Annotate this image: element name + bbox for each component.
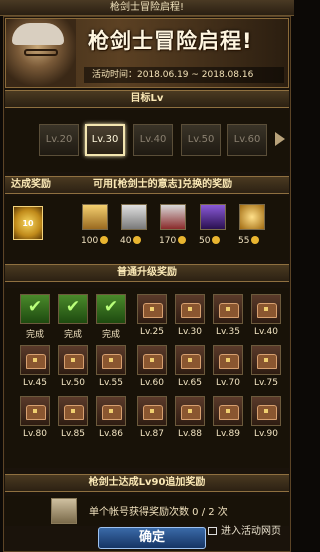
reach-reward-header: 达成奖励 可用[枪剑士的意志]兑换的奖励 [5, 176, 289, 194]
reward-cell-label: Lv.60 [140, 378, 164, 388]
reward-count: 50 [199, 236, 211, 246]
gold-coin-icon [212, 236, 221, 244]
chest-icon[interactable] [213, 396, 243, 426]
banner-title: 枪剑士冒险启程! [88, 29, 253, 53]
chest-icon[interactable] [213, 294, 243, 324]
chest-icon[interactable] [137, 294, 167, 324]
reward-count: 170 [159, 236, 177, 246]
reward-cell-label: Lv.89 [216, 429, 240, 439]
chest-icon[interactable] [251, 345, 281, 375]
reach-reward-title: 达成奖励 [11, 179, 51, 190]
reward-cell-label: Lv.90 [254, 429, 278, 439]
reward-cell-label: Lv.87 [140, 429, 164, 439]
chest-icon[interactable] [137, 345, 167, 375]
reward-cell-label: Lv.75 [254, 378, 278, 388]
window-title: 枪剑士冒险启程! [0, 0, 294, 16]
extra-reward-icon[interactable] [51, 498, 77, 524]
extra-reward-header: 枪剑士达成Lv90追加奖励 [5, 474, 289, 492]
level-button-50[interactable]: Lv.50 [181, 124, 221, 156]
chest-icon[interactable] [251, 396, 281, 426]
reward-item-icon [121, 204, 147, 230]
chest-icon[interactable] [175, 294, 205, 324]
reward-item-icon [82, 204, 108, 230]
gold-coin-icon [251, 236, 260, 244]
chest-icon[interactable] [96, 345, 126, 375]
chest-icon[interactable] [175, 345, 205, 375]
chest-icon[interactable] [251, 294, 281, 324]
reward-cell-label: Lv.50 [61, 378, 85, 388]
chest-icon[interactable] [213, 345, 243, 375]
reward-item-2[interactable]: 40 [118, 204, 150, 254]
reward-cell-label: Lv.45 [23, 378, 47, 388]
gold-coin-icon [178, 236, 187, 244]
reward-cell-label: Lv.70 [216, 378, 240, 388]
level-button-60[interactable]: Lv.60 [227, 124, 267, 156]
reach-reward-row: 10 100 40 170 50 55 [5, 196, 289, 260]
level-button-30[interactable]: Lv.30 [85, 124, 125, 156]
reward-cell-completed[interactable] [58, 294, 88, 324]
reward-cell-label: Lv.85 [61, 429, 85, 439]
chest-icon[interactable] [175, 396, 205, 426]
gold-coin-icon [133, 236, 142, 244]
reward-item-icon [239, 204, 265, 230]
reward-cell-label: Lv.40 [254, 327, 278, 337]
reward-count: 100 [81, 236, 99, 246]
chest-icon[interactable] [58, 345, 88, 375]
reward-cell-label: 完成 [63, 330, 82, 340]
reward-count: 40 [120, 236, 132, 246]
exchange-reward-title: 可用[枪剑士的意志]兑换的奖励 [93, 179, 233, 190]
chest-icon[interactable] [137, 396, 167, 426]
chest-icon[interactable] [58, 396, 88, 426]
event-banner: 枪剑士冒险启程! 活动时间：2018.06.19 ~ 2018.08.16 [5, 18, 289, 88]
reward-cell-label: Lv.65 [178, 378, 202, 388]
level-button-40[interactable]: Lv.40 [133, 124, 173, 156]
goto-event-page-link[interactable]: 进入活动网页 [208, 522, 281, 537]
reward-cell-label: Lv.25 [140, 327, 164, 337]
reward-item-icon [160, 204, 186, 230]
reward-cell-label: 完成 [25, 330, 44, 340]
chest-icon[interactable] [20, 345, 50, 375]
reward-count: 55 [238, 236, 250, 246]
reward-item-5[interactable]: 55 [236, 204, 268, 254]
reward-cell-label: 完成 [101, 330, 120, 340]
target-level-row: Lv.20 Lv.30 Lv.40 Lv.50 Lv.60 [5, 110, 289, 172]
reward-cell-completed[interactable] [96, 294, 126, 324]
portrait-glasses [24, 49, 58, 56]
reward-cell-label: Lv.55 [99, 378, 123, 388]
event-date: 活动时间：2018.06.19 ~ 2018.08.16 [84, 67, 284, 83]
arrow-right-icon[interactable] [275, 132, 285, 146]
reward-item-icon [200, 204, 226, 230]
reward-cell-completed[interactable] [20, 294, 50, 324]
reward-cell-label: Lv.88 [178, 429, 202, 439]
reward-count-text: 单个帐号获得奖励次数 0 / 2 次 [89, 507, 228, 518]
portrait-hair [12, 23, 64, 45]
reward-cell-label: Lv.35 [216, 327, 240, 337]
reward-item-3[interactable]: 170 [157, 204, 189, 254]
level-button-20[interactable]: Lv.20 [39, 124, 79, 156]
reward-item-4[interactable]: 50 [197, 204, 229, 254]
reward-cell-label: Lv.86 [99, 429, 123, 439]
gold-coin-icon [100, 236, 109, 244]
confirm-button[interactable]: 确定 [98, 527, 206, 549]
chest-icon[interactable] [20, 396, 50, 426]
character-portrait [6, 19, 76, 87]
will-coin-icon[interactable]: 10 [13, 206, 43, 240]
reward-cell-label: Lv.30 [178, 327, 202, 337]
normal-levelup-header: 普通升级奖励 [5, 264, 289, 282]
reward-item-1[interactable]: 100 [79, 204, 111, 254]
target-level-header: 目标Lv [5, 90, 289, 108]
reward-cell-label: Lv.80 [23, 429, 47, 439]
checkbox-icon[interactable] [208, 527, 217, 535]
goto-event-page-label: 进入活动网页 [221, 526, 281, 537]
chest-icon[interactable] [96, 396, 126, 426]
